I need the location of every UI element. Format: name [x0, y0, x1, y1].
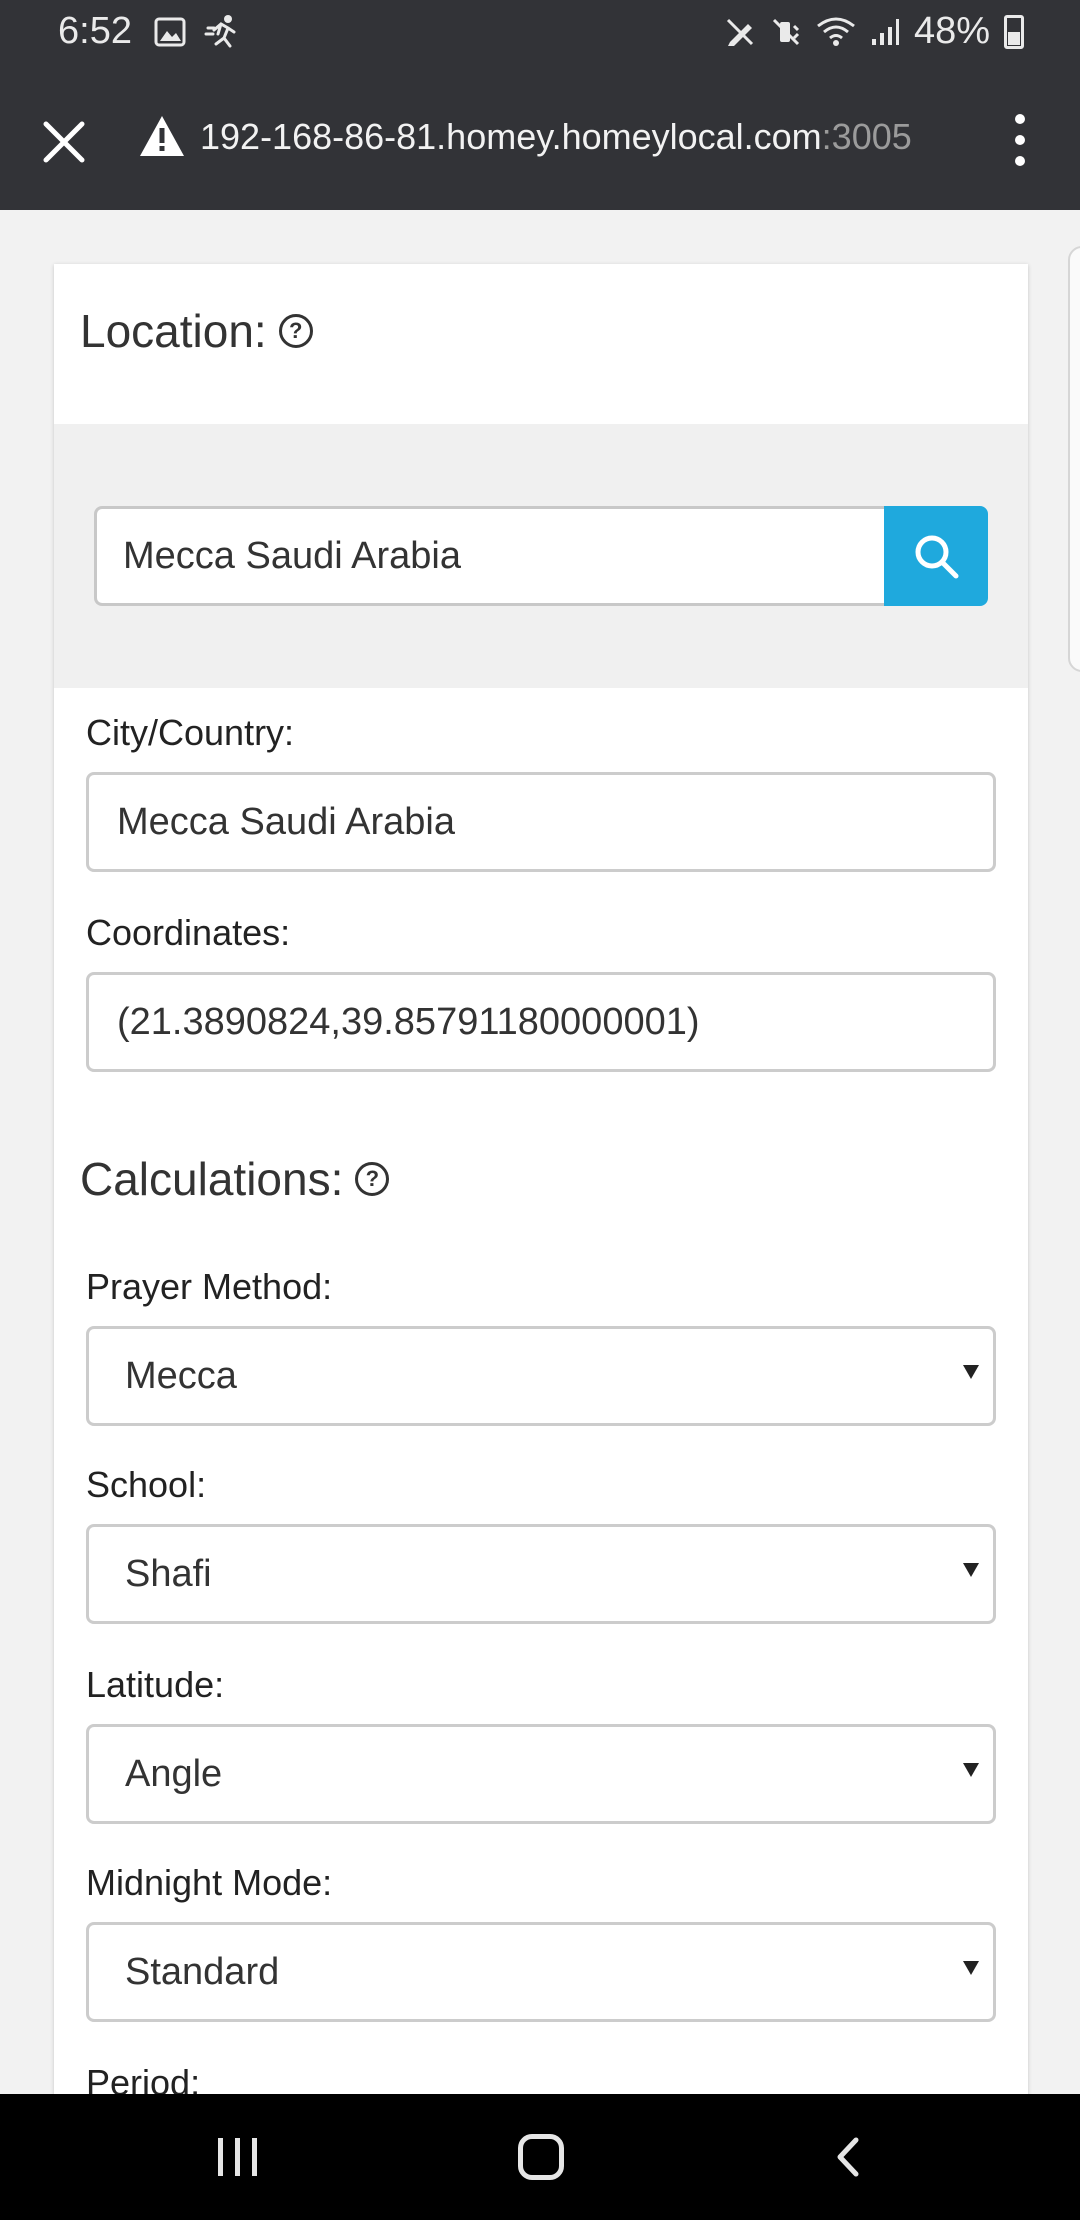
browser-toolbar: 192-168-86-81.homey.homeylocal.com:3005 [0, 68, 1080, 210]
location-heading: Location: ? [80, 304, 313, 358]
period-label: Period: [86, 2062, 201, 2094]
system-nav-bar [0, 2094, 1080, 2220]
prayer-method-select[interactable]: Mecca [86, 1326, 996, 1426]
calculations-help-icon[interactable]: ? [355, 1162, 390, 1196]
latitude-select[interactable]: Angle [86, 1724, 996, 1824]
url-host: 192-168-86-81.homey.homeylocal.com [200, 116, 822, 157]
school-label: School: [86, 1464, 207, 1505]
wifi-icon [817, 17, 855, 46]
warning-icon[interactable] [138, 114, 186, 158]
calculations-heading: Calculations: ? [80, 1152, 390, 1206]
coordinates-field[interactable]: (21.3890824,39.85791180000001) [86, 972, 996, 1072]
image-icon [154, 17, 186, 47]
running-icon [204, 15, 236, 48]
address-bar[interactable]: 192-168-86-81.homey.homeylocal.com:3005 [200, 116, 912, 158]
chevron-down-icon [963, 1961, 979, 1975]
side-panel-edge [1068, 246, 1080, 672]
prayer-method-value: Mecca [125, 1354, 237, 1397]
battery-percent: 48% [913, 10, 990, 52]
city-label: City/Country: [86, 712, 295, 753]
school-select[interactable]: Shafi [86, 1524, 996, 1624]
settings-card: Location: ? Mecca Saudi Arabia City/Coun… [54, 264, 1028, 2094]
chevron-down-icon [963, 1763, 979, 1777]
search-area: Mecca Saudi Arabia [54, 424, 1028, 688]
midnight-mode-label: Midnight Mode: [86, 1862, 333, 1903]
pen-off-icon [726, 18, 753, 46]
battery-icon [1004, 14, 1024, 49]
calculations-title: Calculations: [80, 1153, 344, 1205]
mute-icon [772, 18, 799, 45]
url-port: :3005 [821, 116, 912, 157]
prayer-method-label: Prayer Method: [86, 1266, 333, 1307]
latitude-value: Angle [125, 1752, 223, 1795]
location-search-input[interactable]: Mecca Saudi Arabia [94, 506, 884, 606]
chevron-down-icon [963, 1563, 979, 1577]
status-bar: 6:52 48% [0, 0, 1080, 68]
location-help-icon[interactable]: ? [278, 314, 313, 348]
midnight-mode-select[interactable]: Standard [86, 1922, 996, 2022]
home-icon[interactable] [518, 2134, 564, 2180]
school-value: Shafi [125, 1552, 212, 1595]
search-button[interactable] [884, 506, 988, 606]
signal-icon [871, 18, 899, 45]
back-icon[interactable] [826, 2134, 872, 2180]
city-field[interactable]: Mecca Saudi Arabia [86, 772, 996, 872]
coordinates-label: Coordinates: [86, 912, 291, 953]
status-right: 48% [724, 10, 1024, 53]
location-title: Location: [80, 305, 267, 357]
search-icon [915, 535, 959, 579]
recent-apps-icon[interactable] [218, 2138, 257, 2176]
status-left-icons [154, 14, 240, 50]
latitude-label: Latitude: [86, 1664, 225, 1705]
status-time: 6:52 [58, 10, 132, 52]
chevron-down-icon [963, 1365, 979, 1379]
close-icon[interactable] [36, 114, 92, 170]
midnight-mode-value: Standard [125, 1950, 280, 1993]
page-content: Location: ? Mecca Saudi Arabia City/Coun… [0, 210, 1080, 2094]
more-menu-icon[interactable] [1000, 112, 1040, 168]
